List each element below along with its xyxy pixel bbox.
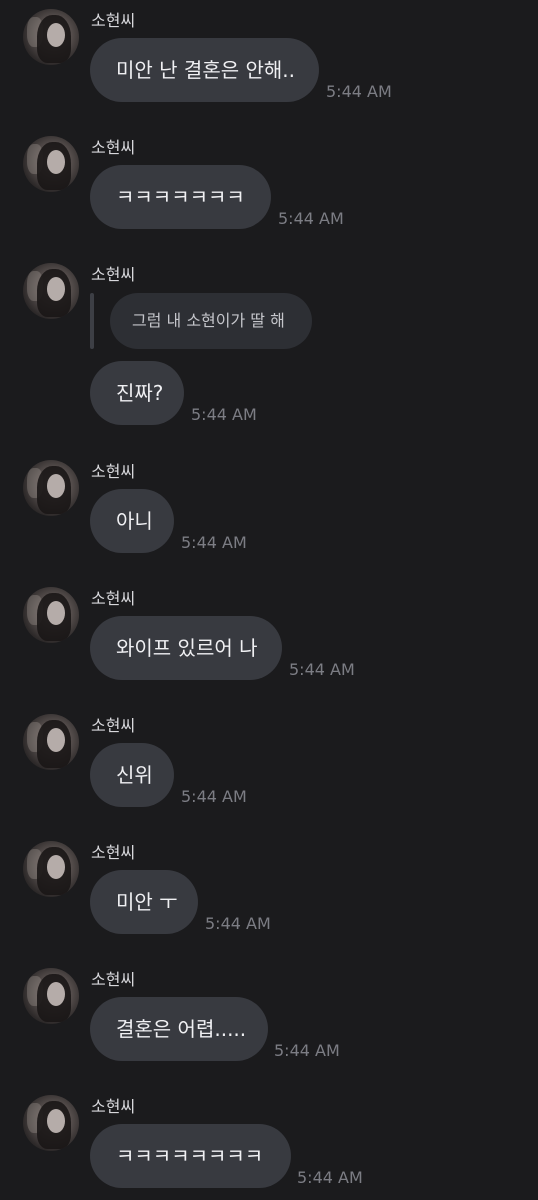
message-bubble[interactable]: 미안 난 결혼은 안해.. [90, 38, 319, 102]
message-time: 5:44 AM [274, 1041, 340, 1060]
reply-indicator [90, 293, 94, 349]
sender-name[interactable]: 소현씨 [91, 265, 135, 285]
avatar[interactable] [23, 841, 79, 897]
message-time: 5:44 AM [289, 660, 355, 679]
message-time: 5:44 AM [297, 1168, 363, 1187]
sender-name[interactable]: 소현씨 [91, 1097, 135, 1117]
avatar[interactable] [23, 9, 79, 65]
message-bubble[interactable]: 결혼은 어렵..... [90, 997, 268, 1061]
sender-name[interactable]: 소현씨 [91, 589, 135, 609]
message-time: 5:44 AM [181, 533, 247, 552]
message-bubble[interactable]: 미안 ㅜ [90, 870, 198, 934]
avatar[interactable] [23, 968, 79, 1024]
message-bubble[interactable]: 와이프 있르어 나 [90, 616, 282, 680]
reply-preview[interactable]: 그럼 내 소현이가 딸 해 [110, 293, 312, 349]
message-bubble[interactable]: ㅋㅋㅋㅋㅋㅋㅋㅋ [90, 1124, 291, 1188]
message-time: 5:44 AM [326, 82, 392, 101]
avatar[interactable] [23, 1095, 79, 1151]
sender-name[interactable]: 소현씨 [91, 11, 135, 31]
message-time: 5:44 AM [205, 914, 271, 933]
avatar[interactable] [23, 263, 79, 319]
sender-name[interactable]: 소현씨 [91, 716, 135, 736]
sender-name[interactable]: 소현씨 [91, 970, 135, 990]
message-time: 5:44 AM [181, 787, 247, 806]
sender-name[interactable]: 소현씨 [91, 843, 135, 863]
message-time: 5:44 AM [191, 405, 257, 424]
avatar[interactable] [23, 587, 79, 643]
avatar[interactable] [23, 460, 79, 516]
message-bubble[interactable]: ㅋㅋㅋㅋㅋㅋㅋ [90, 165, 271, 229]
message-bubble[interactable]: 진짜? [90, 361, 184, 425]
message-bubble[interactable]: 신위 [90, 743, 174, 807]
message-bubble[interactable]: 아니 [90, 489, 174, 553]
sender-name[interactable]: 소현씨 [91, 462, 135, 482]
message-time: 5:44 AM [278, 209, 344, 228]
avatar[interactable] [23, 136, 79, 192]
avatar[interactable] [23, 714, 79, 770]
sender-name[interactable]: 소현씨 [91, 138, 135, 158]
